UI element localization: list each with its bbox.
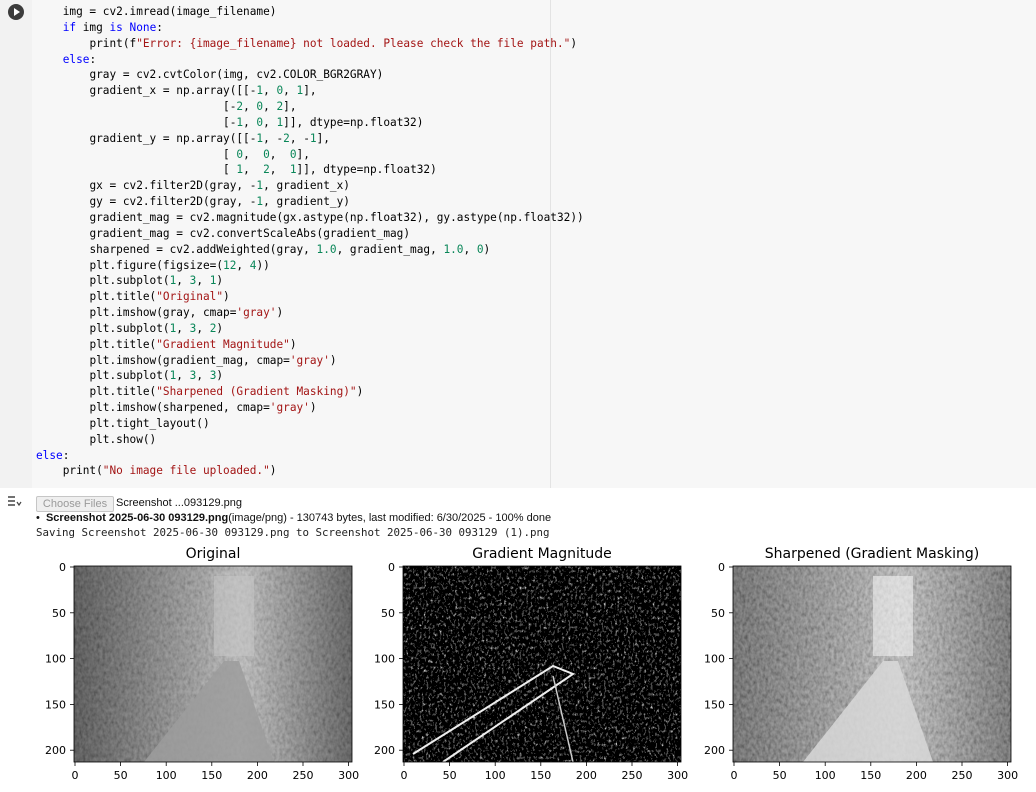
choose-files-button[interactable]: Choose Files — [36, 496, 114, 512]
x-tick-label: 250 — [293, 769, 314, 782]
matplotlib-figure: Original0501001502000 50 100 150 200 250 300Gr… — [45, 546, 1018, 782]
x-tick-label: 50 — [114, 769, 128, 782]
code-line: gradient_mag = cv2.convertScaleAbs(gradi… — [89, 226, 411, 240]
subplot-image — [403, 566, 681, 763]
x-tick-label: 250 — [952, 769, 973, 782]
code-line: plt.title("Sharpened (Gradient Masking)"… — [89, 385, 364, 399]
subplot-image — [74, 566, 352, 762]
y-tick-label: 150 — [374, 698, 395, 711]
code-line: plt.figure(figsize=(12, 4)) — [89, 258, 270, 272]
x-tick-label: 300 — [997, 769, 1018, 782]
x-tick-label: 150 — [860, 769, 881, 782]
y-tick-label: 50 — [381, 607, 395, 620]
code-line: plt.subplot(1, 3, 3) — [89, 369, 224, 383]
x-tick-label: 0 — [731, 769, 738, 782]
subplot-title: Sharpened (Gradient Masking) — [765, 546, 979, 562]
code-line: gray = cv2.cvtColor(img, cv2.COLOR_BGR2G… — [89, 68, 384, 82]
subplot-title: Original — [186, 546, 241, 562]
y-tick-label: 0 — [388, 561, 395, 574]
subplot-original: Original 0 50 100 150 200 0 50 100 150 200 250 300 — [45, 546, 359, 782]
subplot-sharpened: Sharpened (Gradient Masking) 0 50 100 150 200… — [704, 546, 1018, 782]
code-line: plt.subplot(1, 3, 1) — [89, 274, 224, 288]
code-line: plt.title("Original") — [89, 290, 230, 304]
code-text[interactable]: img = cv2.imread(image_filename) if img … — [36, 4, 584, 479]
subplot-grid: Original0501001502000 50 100 150 200 250 300Gr… — [45, 546, 1018, 782]
x-tick-label: 0 — [401, 769, 408, 782]
x-tick-label: 300 — [667, 769, 688, 782]
y-tick-label: 100 — [704, 653, 725, 666]
x-tick-label: 150 — [530, 769, 551, 782]
code-line: plt.title("Gradient Magnitude") — [89, 337, 297, 351]
code-line: plt.show() — [89, 432, 157, 446]
x-tick-label: 50 — [773, 769, 787, 782]
upload-file-name: Screenshot 2025-06-30 093129.png — [45, 512, 229, 524]
subplot-gradient: Gradient Magnitude 0 50 100 150 200 0 50 100 150 2… — [374, 546, 688, 782]
code-line: [ 0, 0, 0], — [223, 147, 310, 161]
y-tick-label: 0 — [59, 561, 66, 574]
code-line: gy = cv2.filter2D(gray, -1, gradient_y) — [89, 195, 350, 209]
run-cell-button[interactable] — [8, 4, 24, 20]
code-line: plt.imshow(gradient_mag, cmap='gray') — [89, 353, 337, 367]
code-cell[interactable]: img = cv2.imread(image_filename) if img … — [0, 0, 1036, 488]
code-line: plt.tight_layout() — [89, 416, 210, 430]
code-line: sharpened = cv2.addWeighted(gray, 1.0, g… — [89, 242, 491, 256]
y-tick-label: 50 — [711, 607, 725, 620]
code-line: [-1, 0, 1]], dtype=np.float32) — [223, 115, 424, 129]
y-tick-label: 150 — [45, 698, 66, 711]
chosen-file-name: Screenshot ...093129.png — [116, 497, 242, 509]
code-line: img = cv2.imread(image_filename) — [62, 5, 277, 18]
x-tick-label: 200 — [906, 769, 927, 782]
code-line: print(f"Error: {image_filename} not load… — [89, 36, 578, 50]
x-tick-label: 100 — [815, 769, 836, 782]
code-line: [-2, 0, 2], — [223, 100, 297, 114]
code-line: else: — [36, 448, 70, 462]
code-line: gradient_y = np.array([[-1, -2, -1], — [89, 131, 330, 145]
y-tick-label: 50 — [52, 607, 66, 620]
x-tick-label: 100 — [485, 769, 506, 782]
x-tick-label: 200 — [576, 769, 597, 782]
subplot-title: Gradient Magnitude — [472, 546, 612, 562]
code-line: plt.subplot(1, 3, 2) — [89, 321, 224, 335]
upload-status-item: • Screenshot 2025-06-30 093129.png(image… — [36, 512, 552, 524]
y-tick-label: 100 — [374, 653, 395, 666]
output-menu-icon[interactable] — [6, 494, 22, 510]
code-line: gx = cv2.filter2D(gray, -1, gradient_x) — [89, 179, 350, 193]
y-tick-label: 0 — [718, 561, 725, 574]
code-line: plt.imshow(sharpened, cmap='gray') — [89, 401, 317, 415]
x-tick-label: 200 — [247, 769, 268, 782]
x-tick-label: 100 — [156, 769, 177, 782]
saving-message: Saving Screenshot 2025-06-30 093129.png … — [36, 526, 550, 539]
x-tick-label: 50 — [443, 769, 457, 782]
y-tick-label: 100 — [45, 653, 66, 666]
y-tick-label: 200 — [374, 744, 395, 757]
y-tick-label: 200 — [704, 744, 725, 757]
y-tick-label: 200 — [45, 744, 66, 757]
code-line: else: — [62, 52, 97, 66]
code-line: [ 1, 2, 1]], dtype=np.float32) — [223, 163, 437, 177]
code-line: print("No image file uploaded.") — [62, 464, 277, 478]
subplot-image — [733, 566, 1011, 762]
x-tick-label: 0 — [72, 769, 79, 782]
cell-gutter — [0, 0, 32, 488]
y-tick-label: 150 — [704, 698, 725, 711]
editor-ruler — [550, 0, 551, 488]
x-tick-label: 150 — [201, 769, 222, 782]
x-tick-label: 250 — [622, 769, 643, 782]
code-line: gradient_mag = cv2.magnitude(gx.astype(n… — [89, 210, 584, 224]
x-tick-label: 300 — [338, 769, 359, 782]
upload-file-detail: (image/png) - 130743 bytes, last modifie… — [228, 512, 552, 524]
code-line: plt.imshow(gray, cmap='gray') — [89, 306, 284, 320]
code-line: if img is None: — [62, 20, 163, 34]
code-line: gradient_x = np.array([[-1, 0, 1], — [89, 84, 317, 98]
